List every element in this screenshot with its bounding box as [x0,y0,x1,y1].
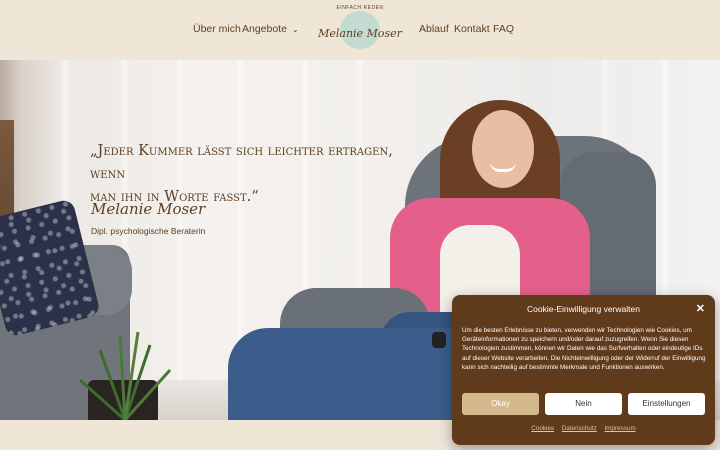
consent-body: Um die besten Erlebnisse zu bieten, verw… [462,327,706,371]
hero-quote-line1: „Jeder Kummer lässt sich leichter ertrag… [90,143,393,182]
cookie-consent-dialog: Cookie-Einwilligung verwalten ✕ Um die b… [452,295,715,445]
impressum-link[interactable]: Impressum [605,425,636,432]
hero-subtitle: Dipl. psychologische Beraterin [91,226,206,236]
settings-button[interactable]: Einstellungen [628,393,705,415]
nav-kontakt[interactable]: Kontakt [454,23,490,35]
nav-faq[interactable]: FAQ [493,23,514,35]
site-logo[interactable]: EINFACH REDEN Melanie Moser [316,3,404,53]
pillow [0,198,102,338]
cookies-link[interactable]: Cookies [531,425,554,432]
hero-quote: „Jeder Kummer lässt sich leichter ertrag… [90,140,420,209]
chevron-down-icon[interactable]: ⌄ [292,25,299,34]
site-header: Über mich Angebote ⌄ EINFACH REDEN Melan… [0,0,720,60]
consent-title: Cookie-Einwilligung verwalten [527,304,640,314]
close-icon[interactable]: ✕ [696,302,705,315]
nav-uber-mich[interactable]: Über mich [193,23,241,35]
logo-name: Melanie Moser [318,27,402,40]
woman-face [472,110,534,188]
accept-button[interactable]: Okay [462,393,539,415]
deny-button[interactable]: Nein [545,393,622,415]
nav-angebote[interactable]: Angebote ⌄ [242,23,299,35]
hero-signature: Melanie Moser [91,200,206,218]
nav-angebote-label[interactable]: Angebote [242,23,287,35]
datenschutz-link[interactable]: Datenschutz [562,425,597,432]
plant [79,331,172,420]
watch-icon [432,332,446,348]
nav-ablauf[interactable]: Ablauf [419,23,449,35]
logo-tagline: EINFACH REDEN [336,5,384,11]
consent-links: Cookies Datenschutz Impressum [452,425,715,432]
